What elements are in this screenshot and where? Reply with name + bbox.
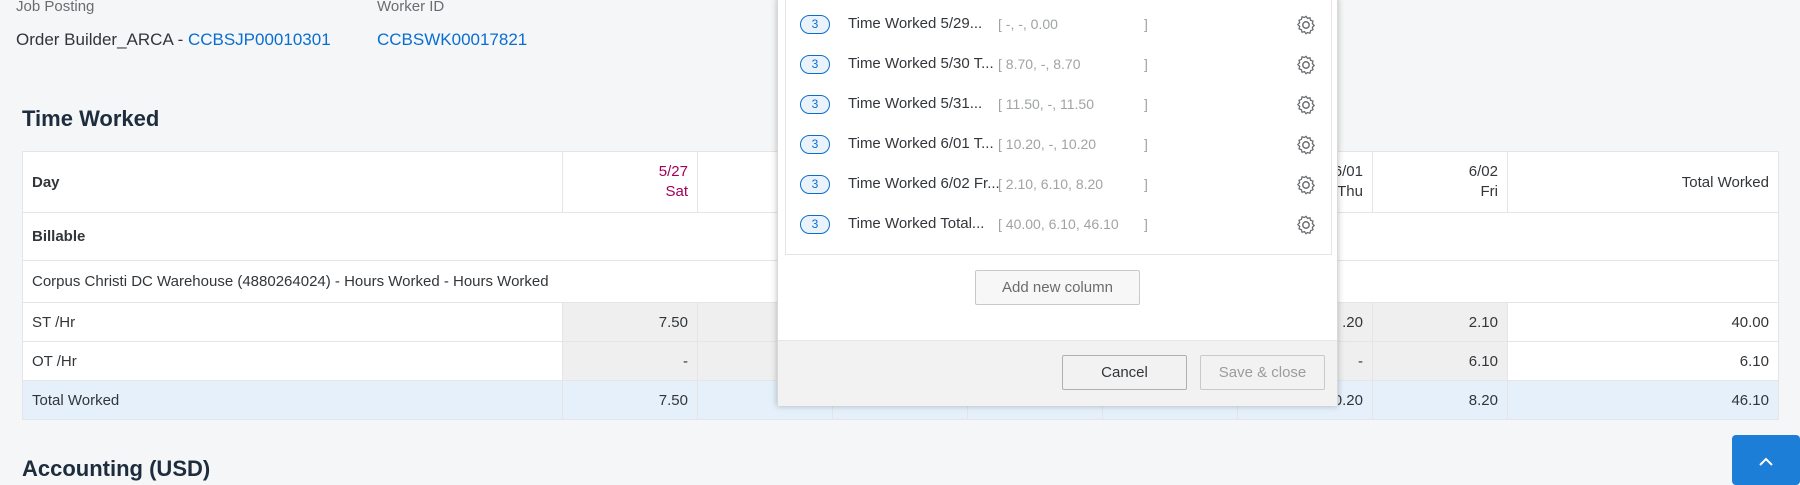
total-worked-header: Total Worked [1507,151,1779,213]
chevron-up-icon [1759,457,1773,466]
hours-cell[interactable]: 7.50 [562,302,698,342]
hours-cell[interactable]: 6.10 [1372,341,1508,381]
list-item[interactable]: 3 Time Worked 5/30 T... [ 8.70, -, 8.70 … [786,45,1331,85]
time-worked-title: Time Worked [22,106,160,131]
hours-cell[interactable]: 2.10 [1372,302,1508,342]
scroll-to-top-button[interactable] [1732,435,1800,485]
hours-cell[interactable]: - [562,341,698,381]
count-badge: 3 [800,215,830,234]
column-name: Time Worked 5/31... [848,95,983,112]
job-posting-prefix: Order Builder_ARCA - [16,30,188,49]
column-values-end: ] [1144,16,1148,32]
day-column-header: Day [22,151,563,213]
column-values-end: ] [1144,136,1148,152]
column-name: Time Worked Total... [848,215,985,232]
job-posting-label: Job Posting [16,0,95,15]
worker-id-label: Worker ID [377,0,445,15]
row-label: Total Worked [22,380,563,420]
list-item[interactable]: 3 Time Worked Total... [ 40.00, 6.10, 46… [786,205,1331,245]
row-total: 40.00 [1507,302,1779,342]
column-values-end: ] [1144,56,1148,72]
column-values: [ -, -, 0.00 [998,16,1058,32]
list-item[interactable]: 3 Time Worked 6/02 Fr... [ 2.10, 6.10, 8… [786,165,1331,205]
worker-id-link[interactable]: CCBSWK00017821 [377,30,527,50]
gear-icon[interactable] [1295,94,1317,116]
total-cell: 8.20 [1372,380,1508,420]
count-badge: 3 [800,15,830,34]
gear-icon[interactable] [1295,134,1317,156]
count-badge: 3 [800,175,830,194]
cancel-button[interactable]: Cancel [1062,355,1187,390]
day-header: 6/02 Fri [1372,151,1508,213]
gear-icon[interactable] [1295,174,1317,196]
day-header: 5/27 Sat [562,151,698,213]
column-values: [ 8.70, -, 8.70 [998,56,1081,72]
column-values: [ 10.20, -, 10.20 [998,136,1097,152]
row-label: ST /Hr [22,302,563,342]
row-total: 6.10 [1507,341,1779,381]
column-values: [ 2.10, 6.10, 8.20 [998,176,1104,192]
total-cell: 7.50 [562,380,698,420]
save-close-button[interactable]: Save & close [1200,355,1325,390]
dialog-footer: Cancel Save & close [778,340,1337,406]
count-badge: 3 [800,55,830,74]
gear-icon[interactable] [1295,214,1317,236]
column-list: 3 Time Worked 5/29... [ -, -, 0.00 ] 3 T… [785,0,1332,255]
job-posting-link[interactable]: CCBSJP00010301 [188,30,331,49]
gear-icon[interactable] [1295,14,1317,36]
list-item[interactable]: 3 Time Worked 6/01 T... [ 10.20, -, 10.2… [786,125,1331,165]
column-name: Time Worked 5/29... [848,15,983,32]
count-badge: 3 [800,135,830,154]
list-item[interactable]: 3 Time Worked 5/31... [ 11.50, -, 11.50 … [786,85,1331,125]
column-values-end: ] [1144,216,1148,232]
column-values: [ 11.50, -, 11.50 [998,96,1094,112]
count-badge: 3 [800,95,830,114]
grand-total: 46.10 [1507,380,1779,420]
column-name: Time Worked 5/30 T... [848,55,994,72]
column-values: [ 40.00, 6.10, 46.10 [998,216,1119,232]
accounting-title: Accounting (USD) [22,456,211,481]
gear-icon[interactable] [1295,54,1317,76]
row-label: OT /Hr [22,341,563,381]
column-values-end: ] [1144,176,1148,192]
list-item[interactable]: 3 Time Worked 5/29... [ -, -, 0.00 ] [786,5,1331,45]
column-name: Time Worked 6/01 T... [848,135,994,152]
column-settings-dialog: 3 Time Worked 5/29... [ -, -, 0.00 ] 3 T… [777,0,1338,406]
add-new-column-button[interactable]: Add new column [975,270,1140,305]
column-name: Time Worked 6/02 Fr... [848,175,1000,192]
column-values-end: ] [1144,96,1148,112]
job-posting-value: Order Builder_ARCA - CCBSJP00010301 [16,30,331,50]
